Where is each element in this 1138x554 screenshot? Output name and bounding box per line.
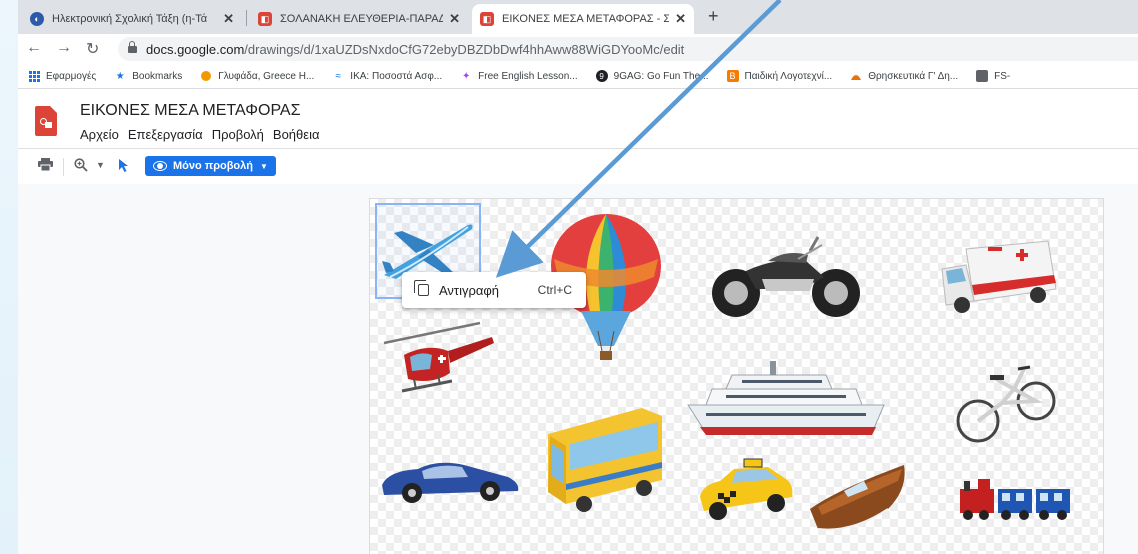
tab-title: ΕΙΚΟΝΕΣ ΜΕΣΑ ΜΕΤΑΦΟΡΑΣ - Σ	[502, 13, 670, 25]
context-menu: Αντιγραφή Ctrl+C	[402, 272, 586, 308]
chevron-down-icon: ▼	[260, 161, 268, 171]
menu-file[interactable]: Αρχείο	[80, 127, 119, 142]
train-image[interactable]	[958, 473, 1076, 521]
bookmark-religion[interactable]: Θρησκευτικά Γ' Δη...	[850, 70, 958, 82]
menu-edit[interactable]: Επεξεργασία	[128, 127, 203, 142]
helicopter-image[interactable]	[382, 317, 502, 407]
lesson-icon: ✦	[461, 70, 471, 82]
drawings-icon: ◧	[258, 12, 272, 26]
ambulance-image[interactable]	[938, 239, 1063, 319]
docs-header: ΕΙΚΟΝΕΣ ΜΕΣΑ ΜΕΤΑΦΟΡΑΣ Αρχείο Επεξεργασί…	[18, 88, 1138, 149]
browser-toolbar: ← → ↻ docs.google.com/drawings/d/1xaUZDs…	[18, 34, 1138, 64]
lock-icon	[128, 40, 137, 54]
copy-shortcut: Ctrl+C	[537, 283, 572, 297]
motorcycle-image[interactable]	[706, 231, 866, 321]
globe-icon: ◐	[30, 12, 44, 26]
bicycle-image[interactable]	[956, 359, 1056, 449]
select-cursor-icon[interactable]	[118, 158, 130, 176]
close-icon[interactable]: ✕	[449, 11, 460, 27]
close-icon[interactable]: ✕	[223, 11, 234, 27]
bookmark-english[interactable]: ✦ Free English Lesson...	[460, 70, 578, 82]
close-icon[interactable]: ✕	[675, 11, 686, 27]
url-text: docs.google.com/drawings/d/1xaUZDsNxdoCf…	[146, 41, 685, 57]
ika-icon: ≈	[335, 70, 342, 82]
car-image[interactable]	[378, 455, 523, 505]
tab-solanaki[interactable]: ◧ ΣΟΛΑΝΑΚΗ ΕΛΕΥΘΕΡΙΑ-ΠΑΡΑΔΕ ✕	[250, 4, 468, 34]
zoom-dropdown-icon[interactable]: ▼	[96, 160, 105, 170]
tab-title: Ηλεκτρονική Σχολική Τάξη (η-Τά	[52, 13, 208, 25]
bookmark-apps[interactable]: Εφαρμογές	[28, 70, 96, 82]
forward-icon[interactable]: →	[56, 39, 72, 57]
blogger-icon: B	[726, 70, 739, 82]
menu-view[interactable]: Προβολή	[212, 127, 264, 142]
bookmark-fs[interactable]: FS-	[976, 70, 1010, 82]
reload-icon[interactable]: ↻	[86, 39, 99, 59]
workspace	[18, 184, 1138, 554]
speedboat-image[interactable]	[808, 459, 908, 534]
tab-strip: ◐ Ηλεκτρονική Σχολική Τάξη (η-Τά ✕ ◧ ΣΟΛ…	[18, 0, 1138, 34]
star-icon: ★	[115, 70, 125, 82]
new-tab-button[interactable]: +	[708, 6, 719, 27]
tab-eikones-active[interactable]: ◧ ΕΙΚΟΝΕΣ ΜΕΣΑ ΜΕΤΑΦΟΡΑΣ - Σ ✕	[472, 4, 694, 34]
drawings-icon: ◧	[480, 12, 494, 26]
back-icon[interactable]: ←	[26, 39, 42, 57]
browser-window: ◐ Ηλεκτρονική Σχολική Τάξη (η-Τά ✕ ◧ ΣΟΛ…	[18, 0, 1138, 554]
bookmark-bookmarks[interactable]: ★ Bookmarks	[114, 70, 183, 82]
document-title[interactable]: ΕΙΚΟΝΕΣ ΜΕΣΑ ΜΕΤΑΦΟΡΑΣ	[80, 102, 300, 120]
print-icon[interactable]	[38, 158, 53, 174]
bookmark-9gag[interactable]: 9 9GAG: Go Fun The...	[595, 70, 709, 82]
taxi-image[interactable]	[696, 457, 796, 527]
fs-icon	[976, 70, 989, 82]
tab-title: ΣΟΛΑΝΑΚΗ ΕΛΕΥΘΕΡΙΑ-ΠΑΡΑΔΕ	[280, 13, 444, 25]
bookmark-weather[interactable]: Γλυφάδα, Greece H...	[200, 70, 314, 82]
weather-icon	[200, 70, 212, 82]
apps-grid-icon	[28, 70, 40, 82]
address-bar[interactable]: docs.google.com/drawings/d/1xaUZDsNxdoCf…	[118, 37, 1138, 61]
editing-toolbar: ▼ Μόνο προβολή ▼	[18, 148, 1138, 184]
bus-image[interactable]	[546, 404, 666, 514]
view-only-button[interactable]: Μόνο προβολή ▼	[145, 156, 276, 176]
cruise-ship-image[interactable]	[686, 359, 886, 439]
eye-icon	[153, 161, 167, 171]
zoom-icon[interactable]	[74, 158, 88, 175]
copy-menu-item[interactable]: Αντιγραφή	[439, 283, 499, 298]
drawings-logo-icon[interactable]	[35, 106, 57, 136]
copy-icon	[414, 280, 429, 296]
menu-help[interactable]: Βοήθεια	[273, 127, 320, 142]
menu-bar: Αρχείο Επεξεργασία Προβολή Βοήθεια	[80, 127, 328, 142]
tab-eclass[interactable]: ◐ Ηλεκτρονική Σχολική Τάξη (η-Τά ✕	[22, 4, 242, 34]
shell-icon	[850, 70, 862, 82]
bookmark-blogger[interactable]: B Παιδική Λογοτεχνί...	[726, 70, 832, 82]
bookmark-ika[interactable]: ≈ ΙΚΑ: Ποσοστά Ασφ...	[332, 70, 443, 82]
bookmarks-bar: Εφαρμογές ★ Bookmarks Γλυφάδα, Greece H.…	[18, 64, 1138, 89]
9gag-icon: 9	[595, 70, 608, 82]
